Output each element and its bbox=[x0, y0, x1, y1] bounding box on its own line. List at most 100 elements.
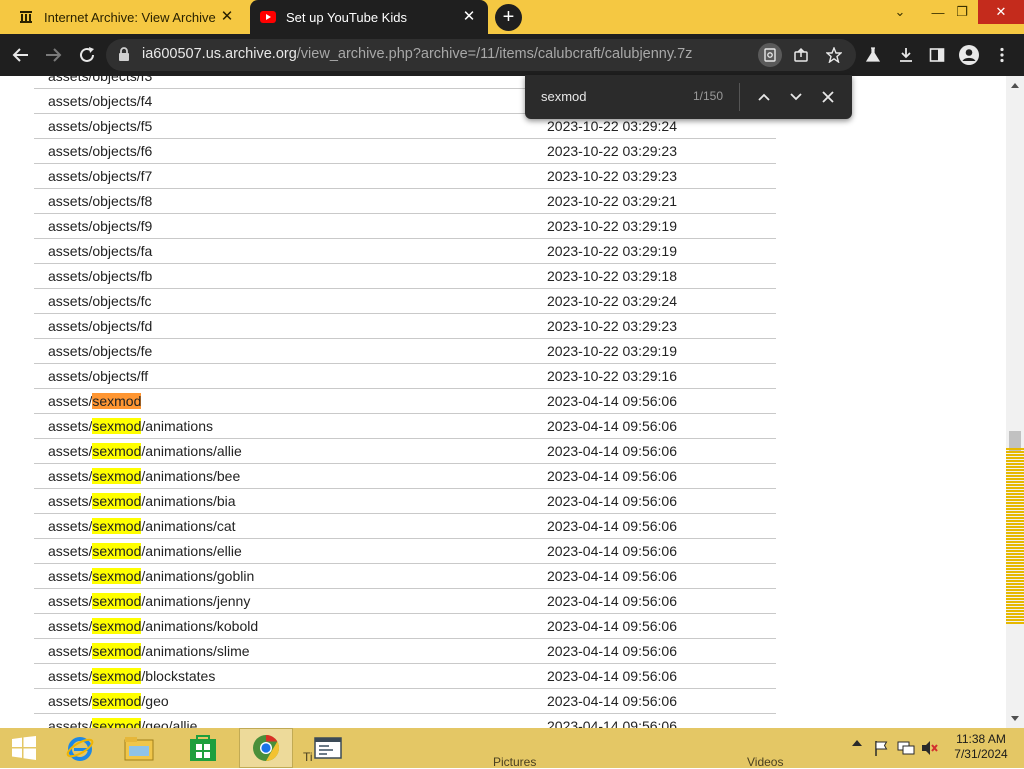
store-icon[interactable] bbox=[180, 728, 226, 768]
table-row: assets/sexmod 2023-04-14 09:56:06 bbox=[34, 389, 776, 414]
show-hidden-icons-chevron-icon[interactable] bbox=[850, 740, 864, 746]
new-tab-button[interactable]: + bbox=[495, 4, 522, 31]
start-button-icon[interactable] bbox=[2, 728, 46, 768]
file-path[interactable]: assets/sexmod/animations/cat bbox=[48, 518, 236, 534]
file-path[interactable]: assets/objects/f5 bbox=[48, 118, 152, 134]
table-row: assets/sexmod/animations/bee 2023-04-14 0… bbox=[34, 464, 776, 489]
modified-date: 2023-04-14 09:56:06 bbox=[547, 468, 677, 484]
table-row: assets/objects/ff 2023-10-22 03:29:16 bbox=[34, 364, 776, 389]
action-center-flag-icon[interactable] bbox=[872, 740, 890, 756]
find-match-tick bbox=[1006, 550, 1024, 552]
file-path[interactable]: assets/objects/f6 bbox=[48, 143, 152, 159]
modified-date: 2023-04-14 09:56:06 bbox=[547, 543, 677, 559]
file-path[interactable]: assets/objects/f7 bbox=[48, 168, 152, 184]
volume-muted-icon[interactable] bbox=[920, 740, 940, 756]
modified-date: 2023-10-22 03:29:21 bbox=[547, 193, 677, 209]
file-path[interactable]: assets/sexmod bbox=[48, 393, 142, 409]
find-match-tick bbox=[1006, 490, 1024, 492]
find-match-tick bbox=[1006, 520, 1024, 522]
lock-icon[interactable] bbox=[118, 47, 130, 67]
find-match-tick bbox=[1006, 529, 1024, 531]
menu-kebab-icon[interactable] bbox=[989, 42, 1015, 68]
close-window-icon[interactable]: ✕ bbox=[978, 0, 1024, 24]
file-path[interactable]: assets/sexmod/animations/bee bbox=[48, 468, 240, 484]
scroll-up-arrow-icon[interactable] bbox=[1011, 83, 1019, 88]
file-path[interactable]: assets/sexmod/animations/jenny bbox=[48, 593, 250, 609]
find-highlight: sexmod bbox=[92, 443, 142, 459]
scroll-down-arrow-icon[interactable] bbox=[1011, 716, 1019, 721]
find-match-tick bbox=[1006, 574, 1024, 576]
find-match-tick bbox=[1006, 619, 1024, 621]
ghost-window-label: Pictures bbox=[493, 755, 537, 769]
find-match-tick bbox=[1006, 592, 1024, 594]
table-row: assets/sexmod/geo/allie 2023-04-14 09:56:… bbox=[34, 714, 776, 728]
file-path[interactable]: assets/objects/f9 bbox=[48, 218, 152, 234]
find-match-tick bbox=[1006, 517, 1024, 519]
file-path[interactable]: assets/objects/fa bbox=[48, 243, 152, 259]
file-path[interactable]: assets/sexmod/geo bbox=[48, 693, 169, 709]
find-highlight: sexmod bbox=[92, 618, 142, 634]
find-match-tick bbox=[1006, 532, 1024, 534]
find-match-tick bbox=[1006, 460, 1024, 462]
window-thumbnail-icon[interactable] bbox=[306, 728, 350, 768]
system-clock[interactable]: 11:38 AM 7/31/2024 bbox=[946, 732, 1016, 762]
find-in-page-icon[interactable] bbox=[758, 43, 782, 67]
share-icon[interactable] bbox=[789, 43, 813, 67]
bookmark-star-icon[interactable] bbox=[822, 43, 846, 67]
file-path[interactable]: assets/objects/ff bbox=[48, 368, 148, 384]
close-tab-icon[interactable]: ✕ bbox=[218, 8, 236, 26]
reload-icon[interactable] bbox=[74, 42, 100, 68]
tab-youtube-kids[interactable]: Set up YouTube Kids ✕ bbox=[250, 0, 488, 34]
file-path[interactable]: assets/objects/f8 bbox=[48, 193, 152, 209]
network-icon[interactable] bbox=[896, 740, 916, 756]
find-input[interactable]: sexmod bbox=[541, 89, 587, 104]
next-match-chevron-down-icon[interactable] bbox=[784, 85, 808, 109]
file-path[interactable]: assets/sexmod/animations/slime bbox=[48, 643, 250, 659]
find-match-count: 1/150 bbox=[693, 89, 724, 103]
file-explorer-icon[interactable] bbox=[116, 728, 162, 768]
back-arrow-icon[interactable] bbox=[8, 42, 34, 68]
find-match-tick bbox=[1006, 514, 1024, 516]
modified-date: 2023-04-14 09:56:06 bbox=[547, 418, 677, 434]
table-row: assets/objects/fd 2023-10-22 03:29:23 bbox=[34, 314, 776, 339]
file-path[interactable]: assets/objects/f3 bbox=[48, 76, 152, 84]
previous-match-chevron-up-icon[interactable] bbox=[752, 85, 776, 109]
file-path[interactable]: assets/sexmod/animations/allie bbox=[48, 443, 242, 459]
find-match-tick bbox=[1006, 502, 1024, 504]
vertical-scrollbar[interactable] bbox=[1006, 76, 1024, 728]
file-path[interactable]: assets/sexmod/animations/bia bbox=[48, 493, 236, 509]
find-match-tick bbox=[1006, 448, 1024, 450]
modified-date: 2023-04-14 09:56:06 bbox=[547, 443, 677, 459]
ghost-window-label: Ti bbox=[303, 750, 313, 764]
tab-search-icon[interactable]: ⌄ bbox=[884, 0, 916, 24]
find-match-tick bbox=[1006, 622, 1024, 624]
chrome-icon[interactable] bbox=[239, 728, 293, 768]
close-find-icon[interactable] bbox=[816, 85, 840, 109]
file-path[interactable]: assets/sexmod/animations/ellie bbox=[48, 543, 242, 559]
internet-explorer-icon[interactable] bbox=[58, 728, 102, 768]
file-path[interactable]: assets/sexmod/geo/allie bbox=[48, 718, 197, 728]
find-highlight: sexmod bbox=[92, 643, 142, 659]
file-path[interactable]: assets/sexmod/animations bbox=[48, 418, 213, 434]
file-path[interactable]: assets/objects/fe bbox=[48, 343, 152, 359]
profile-avatar-icon[interactable] bbox=[956, 42, 982, 68]
restore-icon[interactable]: ❐ bbox=[946, 0, 978, 24]
side-panel-icon[interactable] bbox=[924, 42, 950, 68]
file-path[interactable]: assets/sexmod/blockstates bbox=[48, 668, 215, 684]
file-path[interactable]: assets/objects/f4 bbox=[48, 93, 152, 109]
close-tab-icon[interactable]: ✕ bbox=[460, 8, 478, 26]
modified-date: 2023-10-22 03:29:23 bbox=[547, 168, 677, 184]
address-bar[interactable]: ia600507.us.archive.org/view_archive.php… bbox=[106, 39, 856, 71]
labs-flask-icon[interactable] bbox=[860, 42, 886, 68]
file-path[interactable]: assets/objects/fc bbox=[48, 293, 152, 309]
find-match-tick bbox=[1006, 481, 1024, 483]
download-icon[interactable] bbox=[893, 42, 919, 68]
find-match-tick bbox=[1006, 478, 1024, 480]
find-match-tick bbox=[1006, 610, 1024, 612]
file-path[interactable]: assets/sexmod/animations/kobold bbox=[48, 618, 258, 634]
file-path[interactable]: assets/sexmod/animations/goblin bbox=[48, 568, 254, 584]
forward-arrow-icon[interactable] bbox=[40, 42, 66, 68]
file-path[interactable]: assets/objects/fb bbox=[48, 268, 152, 284]
file-path[interactable]: assets/objects/fd bbox=[48, 318, 152, 334]
tab-internet-archive[interactable]: Internet Archive: View Archive ✕ bbox=[8, 0, 246, 34]
